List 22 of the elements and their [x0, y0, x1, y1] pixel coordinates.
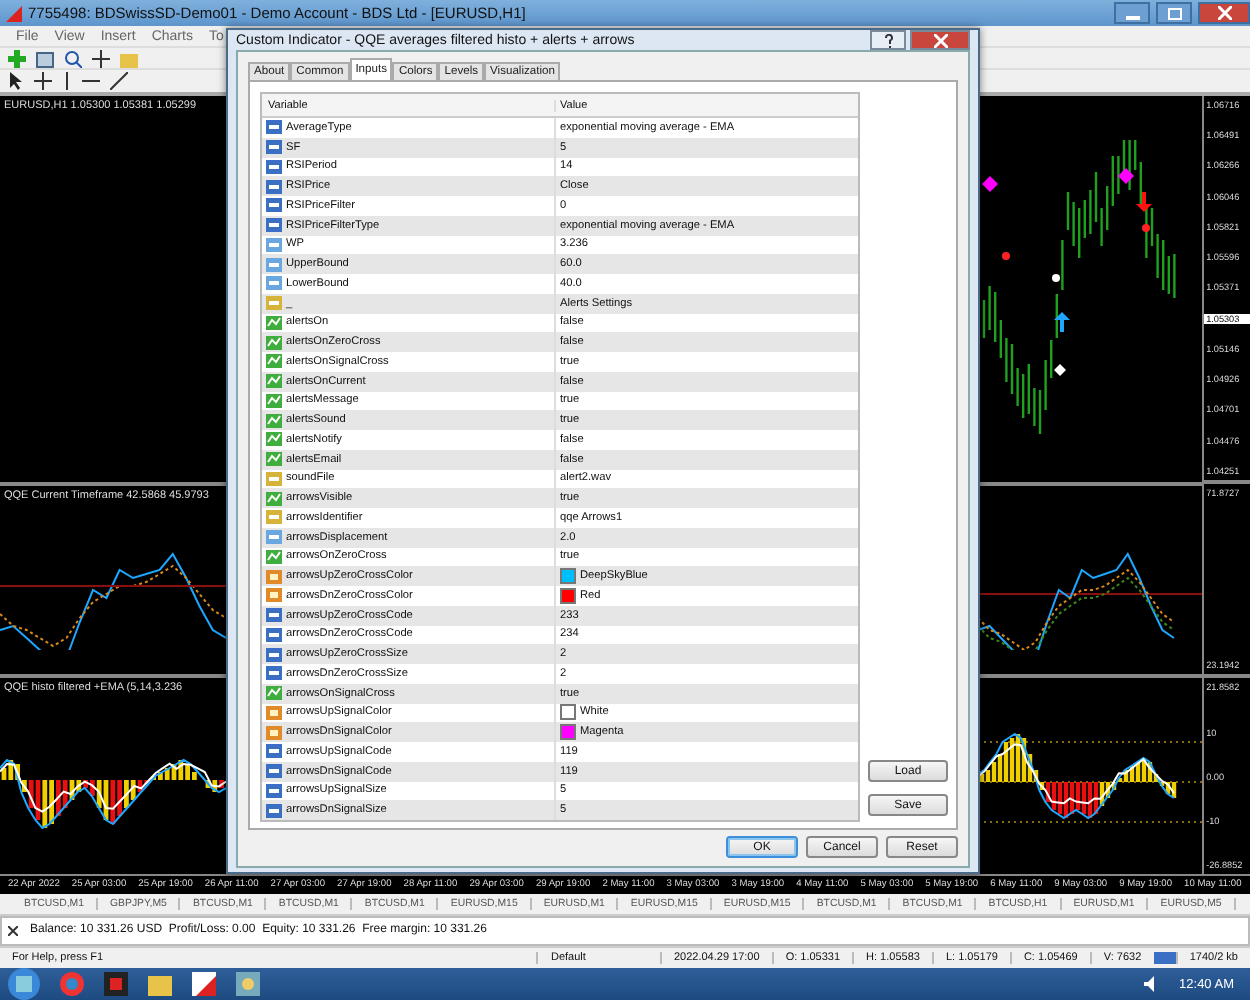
crosshair-icon[interactable] — [34, 72, 52, 91]
minimize-button[interactable] — [1114, 2, 1150, 25]
app-logo-icon — [6, 5, 22, 22]
close-button[interactable] — [910, 30, 970, 50]
maximize-button[interactable] — [1156, 2, 1192, 25]
cursor-icon[interactable] — [8, 72, 24, 91]
close-icon[interactable] — [8, 925, 18, 936]
vertical-line-icon[interactable] — [62, 72, 72, 91]
zoom-in-icon[interactable] — [64, 49, 82, 68]
start-icon[interactable] — [8, 968, 40, 1000]
close-icon — [933, 33, 947, 47]
trendline-icon[interactable] — [110, 72, 128, 91]
app-icon[interactable] — [192, 972, 216, 997]
folder-icon[interactable] — [148, 972, 172, 997]
help-icon — [883, 33, 893, 47]
close-icon — [1217, 6, 1231, 21]
close-button[interactable] — [1198, 2, 1250, 25]
window-icon[interactable] — [36, 49, 54, 68]
help-button[interactable] — [870, 30, 906, 50]
maximize-icon — [1167, 7, 1181, 20]
volume-icon[interactable] — [1143, 976, 1160, 993]
crosshair-icon[interactable] — [92, 49, 110, 68]
